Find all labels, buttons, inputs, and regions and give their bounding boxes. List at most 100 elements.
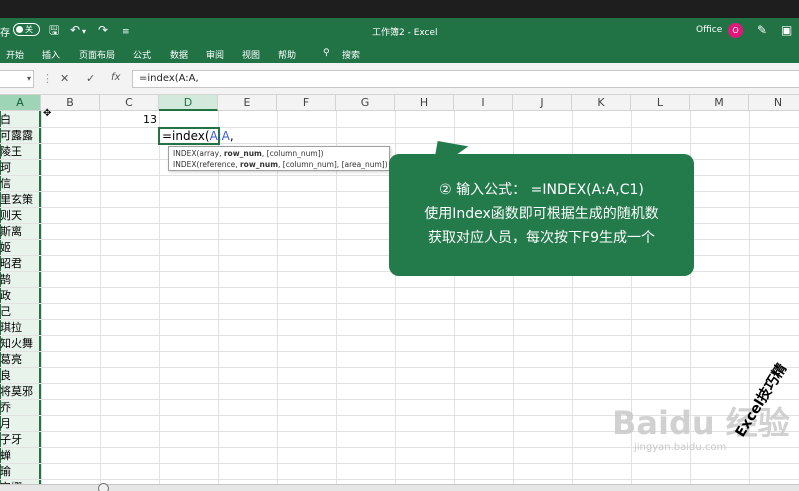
- cell-a3[interactable]: 陵王: [0, 144, 41, 160]
- cell-a6[interactable]: 里玄策: [0, 192, 41, 208]
- tooltip-arg: row_num: [223, 149, 262, 158]
- add-sheet-icon[interactable]: [98, 483, 109, 491]
- tab-formulas[interactable]: 公式: [133, 48, 151, 61]
- cell-a19[interactable]: 乔: [0, 400, 41, 416]
- ribbon-display-icon[interactable]: ▣: [781, 23, 792, 37]
- cell-a5[interactable]: 信: [0, 176, 41, 192]
- insert-function-icon[interactable]: fx: [111, 72, 120, 83]
- row-gridline: [0, 479, 799, 480]
- cell-a18[interactable]: 将莫邪: [0, 384, 41, 400]
- tab-home[interactable]: 开始: [6, 48, 24, 61]
- tooltip-line-2[interactable]: INDEX(reference, row_num, [column_num], …: [173, 159, 388, 170]
- column-header-g[interactable]: G: [336, 95, 395, 111]
- column-header-j[interactable]: J: [513, 95, 572, 111]
- cell-a11[interactable]: 鹄: [0, 272, 41, 288]
- cell-a8[interactable]: 斯离: [0, 224, 41, 240]
- row-gridline: [0, 335, 799, 336]
- office-label: Office: [696, 25, 723, 35]
- cell-a17[interactable]: 良: [0, 368, 41, 384]
- move-cursor-icon: ✥: [43, 108, 52, 119]
- search-label[interactable]: 搜索: [342, 48, 360, 61]
- instruction-callout: ② 输入公式： =INDEX(A:A,C1) 使用Index函数即可根据生成的随…: [389, 154, 694, 276]
- cell-a14[interactable]: 琪拉: [0, 320, 41, 336]
- tooltip-text: INDEX(array,: [173, 149, 224, 158]
- search-icon[interactable]: ⚲: [323, 48, 330, 58]
- undo-dropdown-icon[interactable]: ▾: [82, 25, 86, 39]
- cell-a15[interactable]: 知火舞: [0, 336, 41, 352]
- row-gridline: [0, 303, 799, 304]
- column-header-c[interactable]: C: [100, 95, 159, 111]
- enter-icon[interactable]: ✓: [86, 72, 95, 85]
- column-gridline: [159, 111, 160, 491]
- column-gridline: [41, 111, 42, 491]
- cell-a9[interactable]: 姬: [0, 240, 41, 256]
- baidu-watermark-url: jingyan.baidu.com: [634, 442, 727, 453]
- column-header-n[interactable]: N: [749, 95, 799, 111]
- formula-input[interactable]: =index(A:A,: [132, 70, 799, 88]
- avatar[interactable]: O: [728, 23, 743, 38]
- cell-a13[interactable]: 己: [0, 304, 41, 320]
- undo-icon[interactable]: ↶: [70, 23, 80, 37]
- chevron-down-icon[interactable]: ▾: [27, 74, 31, 83]
- window-title: 工作簿2 - Excel: [372, 28, 438, 38]
- cell-c1[interactable]: 13: [100, 112, 159, 128]
- tooltip-line-1[interactable]: INDEX(array, row_num, [column_num]): [173, 148, 385, 159]
- tab-help[interactable]: 帮助: [278, 48, 296, 61]
- formula-prefix: =index(: [162, 129, 210, 143]
- row-gridline: [0, 367, 799, 368]
- cell-a7[interactable]: 则天: [0, 208, 41, 224]
- formula-bar-handle-icon[interactable]: ⋮: [42, 72, 53, 85]
- column-header-f[interactable]: F: [277, 95, 336, 111]
- top-band: [0, 0, 799, 18]
- formula-suffix: ,: [229, 129, 234, 143]
- column-gridline: [100, 111, 101, 491]
- tab-data[interactable]: 数据: [170, 48, 188, 61]
- column-header-l[interactable]: L: [631, 95, 690, 111]
- formula-bar: ▾ ⋮ ✕ ✓ fx =index(A:A,: [0, 63, 799, 95]
- redo-icon[interactable]: ↷: [98, 23, 108, 37]
- cancel-icon[interactable]: ✕: [60, 72, 69, 85]
- cell-a22[interactable]: 蝉: [0, 448, 41, 464]
- column-header-i[interactable]: I: [454, 95, 513, 111]
- tooltip-text: , [column_num], [area_num]): [278, 160, 388, 169]
- cell-a4[interactable]: 珂: [0, 160, 41, 176]
- title-bar: 存 关 🖫 ↶ ▾ ↷ ≡ 工作簿2 - Excel Office O ✎ ▣: [0, 18, 799, 45]
- active-cell-d2[interactable]: =index(A:A,: [158, 127, 234, 145]
- tooltip-arg: row_num: [239, 160, 279, 169]
- ribbon-tabs: 开始 插入 页面布局 公式 数据 审阅 视图 帮助 ⚲ 搜索: [0, 45, 799, 63]
- callout-line-3: 获取对应人员，每次按下F9生成一个: [428, 230, 655, 246]
- cell-a20[interactable]: 月: [0, 416, 41, 432]
- row-gridline: [0, 383, 799, 384]
- tab-insert[interactable]: 插入: [42, 48, 60, 61]
- name-box[interactable]: ▾: [0, 70, 34, 88]
- column-header-h[interactable]: H: [395, 95, 454, 111]
- column-header-d[interactable]: D: [159, 95, 218, 111]
- formula-range-ref: A:A: [209, 129, 230, 143]
- row-gridline: [0, 351, 799, 352]
- row-gridline: [0, 143, 799, 144]
- column-header-e[interactable]: E: [218, 95, 277, 111]
- cell-a16[interactable]: 葛亮: [0, 352, 41, 368]
- cell-a12[interactable]: 政: [0, 288, 41, 304]
- tab-review[interactable]: 审阅: [206, 48, 224, 61]
- tooltip-text: INDEX(reference,: [173, 160, 240, 169]
- tab-view[interactable]: 视图: [242, 48, 260, 61]
- function-tooltip: INDEX(array, row_num, [column_num]) INDE…: [168, 146, 390, 171]
- save-icon[interactable]: 🖫: [49, 23, 59, 37]
- pen-icon[interactable]: ✎: [757, 23, 767, 37]
- row-gridline: [0, 287, 799, 288]
- cell-a23[interactable]: 瑜: [0, 464, 41, 480]
- customize-toolbar-icon[interactable]: ≡: [122, 25, 130, 39]
- column-header-m[interactable]: M: [690, 95, 749, 111]
- row-gridline: [0, 319, 799, 320]
- toggle-knob: [16, 26, 23, 33]
- sheet-tabs-bar: [0, 483, 799, 491]
- cell-a1[interactable]: 白: [0, 112, 41, 128]
- column-header-a[interactable]: A: [0, 95, 41, 111]
- tab-page-layout[interactable]: 页面布局: [79, 48, 115, 61]
- cell-a10[interactable]: 昭君: [0, 256, 41, 272]
- column-header-k[interactable]: K: [572, 95, 631, 111]
- cell-a21[interactable]: 子牙: [0, 432, 41, 448]
- autosave-toggle[interactable]: 关: [13, 23, 40, 36]
- cell-a2[interactable]: 可露露: [0, 128, 41, 144]
